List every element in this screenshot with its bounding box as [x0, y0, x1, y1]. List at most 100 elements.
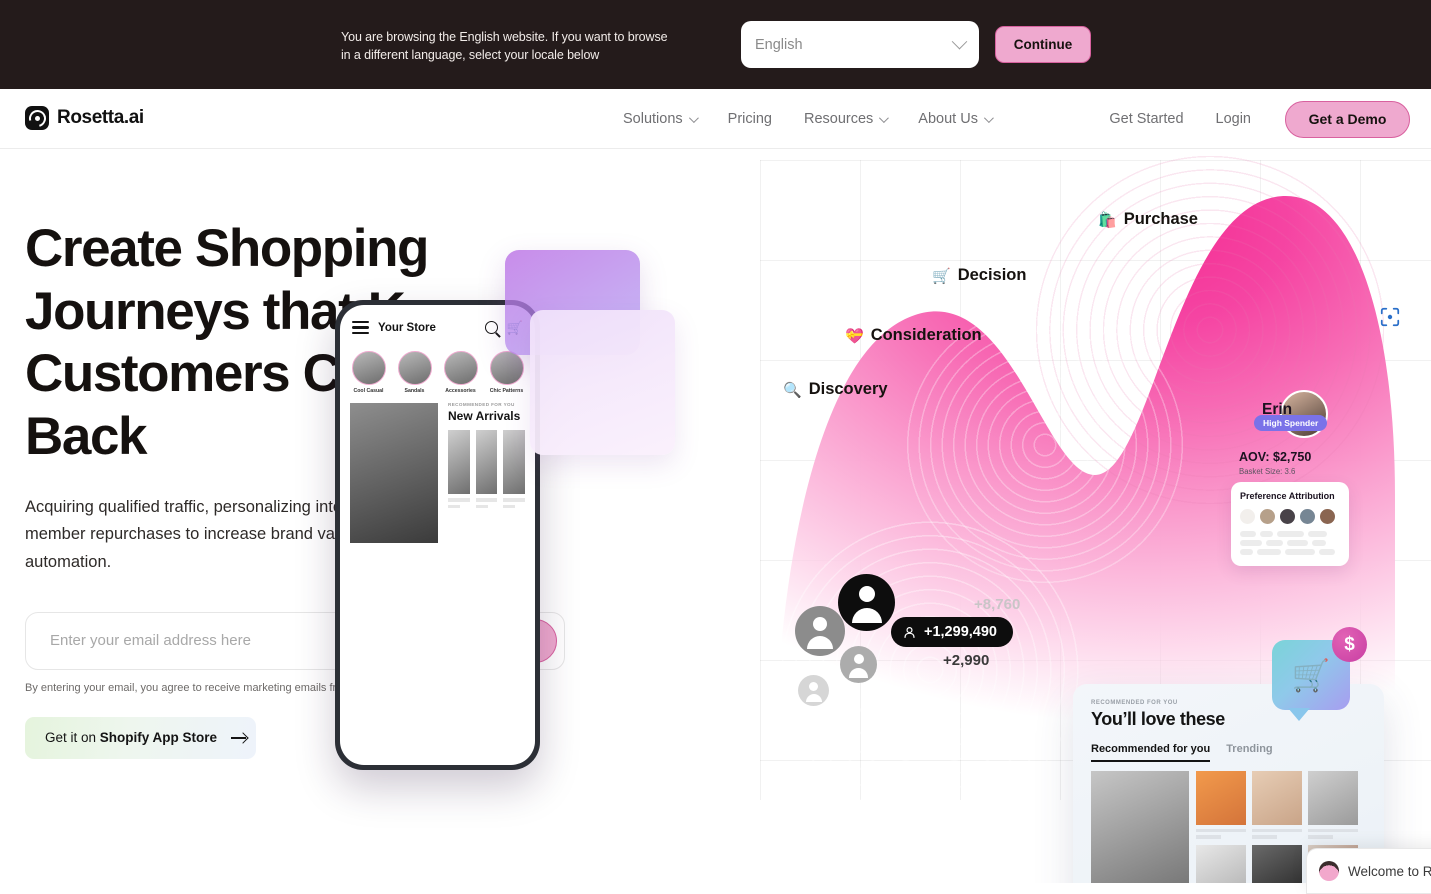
- chevron-down-icon: [879, 112, 890, 123]
- color-swatch: [1320, 509, 1335, 524]
- color-swatch: [1280, 509, 1295, 524]
- story-thumbnail: [351, 351, 386, 386]
- rec-title: You’ll love these: [1091, 709, 1225, 729]
- logo[interactable]: Rosetta.ai: [25, 106, 144, 130]
- main-navbar: Rosetta.ai Solutions Pricing Resources A…: [0, 89, 1431, 223]
- nav-label: Solutions: [623, 111, 683, 127]
- story-thumbnail: [443, 351, 478, 386]
- stat-faint-value: +8,760: [974, 596, 1021, 613]
- cart-icon: 🛒: [1291, 657, 1331, 693]
- stage-label-consideration: 💝 Consideration: [845, 326, 982, 345]
- stage-label-text: Decision: [957, 266, 1027, 284]
- color-swatch: [1240, 509, 1255, 524]
- rec-product-card[interactable]: [1252, 844, 1302, 883]
- preference-attribution-card: Preference Attribution: [1231, 482, 1349, 566]
- phone-screen: Your Store 🛒 Cool Casual Sandals Accesso…: [340, 305, 535, 765]
- phone-product-card[interactable]: [503, 430, 526, 509]
- story-item[interactable]: Cool Casual: [349, 351, 388, 394]
- chat-avatar-icon: [1319, 861, 1339, 881]
- phone-section-title: New Arrivals: [448, 409, 521, 424]
- search-icon[interactable]: [484, 321, 498, 335]
- avatar-user-grey-3: [798, 675, 829, 706]
- logo-text: Rosetta.ai: [57, 107, 144, 128]
- tab-trending[interactable]: Trending: [1226, 743, 1272, 762]
- aov-card: [530, 310, 675, 455]
- get-a-demo-button[interactable]: Get a Demo: [1285, 100, 1410, 138]
- phone-store-name: Your Store: [378, 321, 436, 334]
- person-icon: [904, 626, 915, 638]
- stage-label-text: Discovery: [808, 380, 888, 398]
- phone-mockup: Your Store 🛒 Cool Casual Sandals Accesso…: [335, 300, 540, 770]
- nav-item-resources[interactable]: Resources: [788, 111, 902, 127]
- dollar-badge: $: [1332, 627, 1367, 662]
- nav-item-solutions[interactable]: Solutions: [607, 111, 712, 127]
- stat-pill-users: +1,299,490: [891, 617, 1013, 647]
- primary-nav: Solutions Pricing Resources About Us: [607, 89, 1007, 149]
- story-item[interactable]: Sandals: [395, 351, 434, 394]
- shopify-button-label: Get it on Shopify App Store: [45, 730, 218, 746]
- avatar-user-grey-2: [840, 646, 877, 683]
- locale-banner: You are browsing the English website. If…: [0, 0, 1431, 89]
- phone-new-arrivals: RECOMMENDED FOR YOU New Arrivals: [446, 394, 535, 543]
- rec-product-card[interactable]: [1196, 771, 1246, 839]
- chat-widget[interactable]: Welcome to Ro: [1306, 848, 1431, 894]
- story-label: Cool Casual: [353, 388, 384, 395]
- rec-product-card[interactable]: [1252, 771, 1302, 839]
- basket-size-value: Basket Size: 3.6: [1239, 467, 1296, 476]
- locale-select-value: English: [755, 36, 803, 53]
- story-item[interactable]: Chic Patterns: [487, 351, 526, 394]
- locale-continue-button[interactable]: Continue: [995, 26, 1091, 63]
- nav-item-about-us[interactable]: About Us: [902, 111, 1007, 127]
- nav-item-pricing[interactable]: Pricing: [712, 111, 788, 127]
- tab-recommended-for-you[interactable]: Recommended for you: [1091, 743, 1211, 762]
- decorative-rings-lower: [770, 510, 1090, 830]
- chevron-down-icon: [688, 112, 699, 123]
- placeholder-chips: [1240, 531, 1340, 555]
- phone-hero-image: [350, 403, 438, 544]
- color-swatch: [1300, 509, 1315, 524]
- shopify-app-store-button[interactable]: Get it on Shopify App Store: [25, 716, 256, 759]
- phone-product-row: [448, 430, 526, 509]
- phone-category-stories: Cool Casual Sandals Accessories Chic Pat…: [340, 345, 535, 394]
- rec-product-card[interactable]: [1196, 844, 1246, 883]
- status-badge: High Spender: [1254, 415, 1328, 431]
- arrow-right-icon: [231, 733, 248, 743]
- stage-label-text: Consideration: [870, 326, 982, 344]
- chevron-down-icon: [983, 112, 994, 123]
- color-swatch: [1260, 509, 1275, 524]
- nav-label: Resources: [803, 111, 874, 127]
- hamburger-menu-icon[interactable]: [352, 318, 369, 337]
- locale-select[interactable]: English: [741, 21, 979, 68]
- avatar-user-black: [838, 574, 895, 631]
- chat-message: Welcome to Ro: [1348, 863, 1431, 879]
- nav-label: About Us: [918, 111, 978, 127]
- magnifier-icon: 🔍: [783, 381, 802, 399]
- rec-product-card[interactable]: [1308, 771, 1358, 839]
- stage-label-purchase: 🛍️ Purchase: [1098, 210, 1198, 229]
- stat-pill-value: +1,299,490: [924, 624, 997, 640]
- rec-featured-product[interactable]: [1091, 771, 1189, 883]
- rec-tabs: Recommended for you Trending: [1091, 743, 1384, 762]
- stat-secondary-value: +2,990: [943, 652, 990, 669]
- nav-item-login[interactable]: Login: [1200, 111, 1267, 127]
- story-thumbnail: [489, 351, 524, 386]
- stage-label-text: Purchase: [1123, 210, 1198, 228]
- heart-icon: 💝: [845, 327, 864, 345]
- nav-label: Pricing: [727, 111, 772, 127]
- preference-card-title: Preference Attribution: [1240, 491, 1335, 501]
- locale-message: You are browsing the English website. If…: [341, 30, 668, 63]
- avatar-user-grey-1: [795, 606, 845, 656]
- story-item[interactable]: Accessories: [441, 351, 480, 394]
- email-input[interactable]: [26, 613, 357, 668]
- story-thumbnail: [397, 351, 432, 386]
- story-label: Sandals: [404, 388, 425, 395]
- scan-focus-icon[interactable]: [1378, 305, 1402, 329]
- phone-kicker: RECOMMENDED FOR YOU: [448, 402, 515, 408]
- phone-product-card[interactable]: [448, 430, 470, 509]
- stage-label-decision: 🛒 Decision: [932, 266, 1026, 285]
- aov-value: AOV: $2,750: [1239, 450, 1312, 464]
- phone-product-card[interactable]: [475, 430, 498, 509]
- nav-item-get-started[interactable]: Get Started: [1093, 111, 1199, 127]
- stage-label-discovery: 🔍 Discovery: [783, 380, 888, 399]
- secondary-nav: Get Started Login Get a Demo: [1093, 89, 1410, 149]
